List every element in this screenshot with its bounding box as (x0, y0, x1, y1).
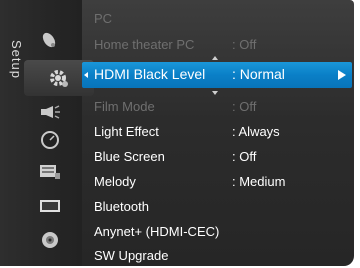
scroll-down-icon (212, 91, 218, 95)
menu-list: PC Home theater PC : Off Film Mode : Off… (88, 0, 354, 266)
menu-item-melody[interactable]: Melody : Medium (88, 171, 348, 191)
menu-item-anynet[interactable]: Anynet+ (HDMI-CEC) (88, 221, 348, 241)
channel-list-icon[interactable] (36, 160, 64, 184)
menu-item-pc: PC (88, 8, 348, 28)
menu-item-sw-upgrade[interactable]: SW Upgrade (88, 245, 348, 265)
sidebar: Setup (0, 0, 94, 266)
chevron-right-icon[interactable] (338, 70, 346, 80)
menu-item-label: Bluetooth (94, 198, 149, 214)
menu-item-home-theater-pc: Home theater PC : Off (88, 34, 348, 54)
menu-item-hdmi-black-level[interactable]: HDMI Black Level : Normal (82, 62, 352, 88)
menu-item-value: : Always (232, 123, 280, 139)
menu-item-label: Film Mode (94, 98, 155, 114)
menu-item-value: : Medium (232, 173, 286, 189)
sidebar-title: Setup (9, 40, 24, 79)
menu-item-label: SW Upgrade (94, 247, 169, 263)
menu-item-value: : Off (232, 36, 257, 52)
menu-item-label: Light Effect (94, 123, 159, 139)
speaker-icon[interactable] (36, 100, 64, 124)
menu-item-label: Melody (94, 173, 136, 189)
screen-icon[interactable] (36, 194, 64, 218)
menu-item-bluetooth[interactable]: Bluetooth (88, 196, 348, 216)
menu-item-blue-screen[interactable]: Blue Screen : Off (88, 146, 348, 166)
menu-item-label: PC (94, 10, 113, 26)
disc-icon[interactable] (36, 228, 64, 252)
menu-item-label: HDMI Black Level (94, 66, 206, 82)
menu-item-value: : Off (232, 98, 257, 114)
menu-item-label: Home theater PC (94, 36, 195, 52)
menu-item-light-effect[interactable]: Light Effect : Always (88, 121, 348, 141)
osd-panel: Setup PC Home theater PC: Off Film Mode… (0, 0, 354, 266)
satellite-dish-icon[interactable] (36, 28, 64, 52)
menu-item-label: Anynet+ (HDMI-CEC) (94, 223, 220, 239)
scroll-up-icon (212, 56, 218, 60)
menu-item-value: : Off (232, 148, 257, 164)
clock-icon[interactable] (36, 128, 64, 152)
menu-item-film-mode: Film Mode : Off (88, 96, 348, 116)
tab-bar (22, 2, 94, 264)
menu-item-value: : Normal (232, 66, 285, 82)
chevron-left-icon (84, 72, 88, 78)
menu-item-label: Blue Screen (94, 148, 165, 164)
